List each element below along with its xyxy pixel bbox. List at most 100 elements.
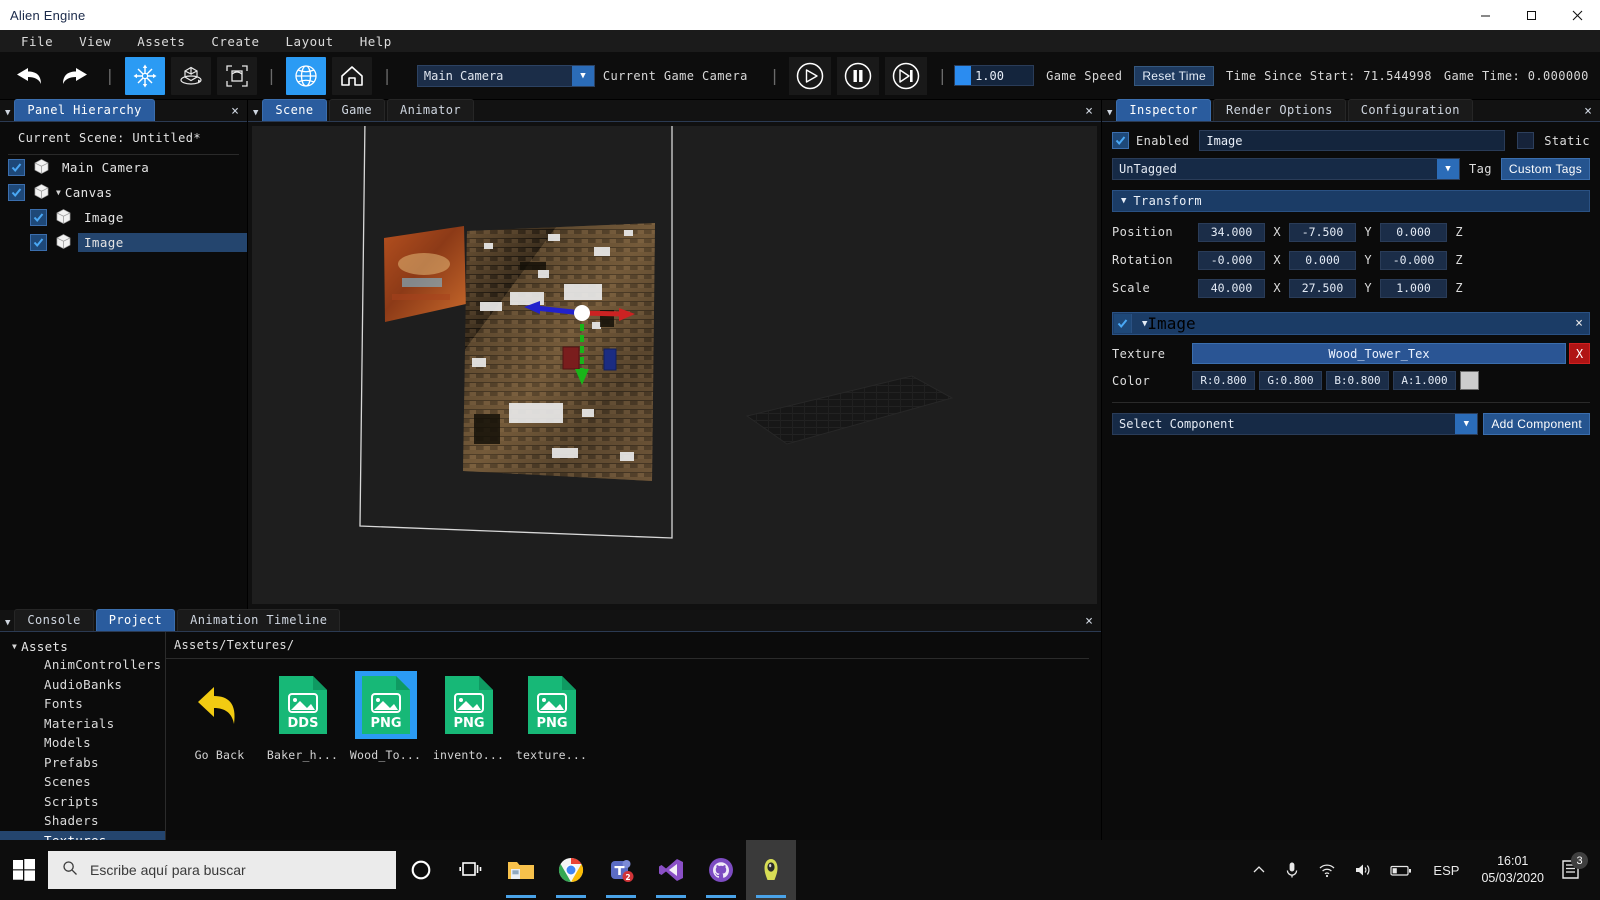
home-icon[interactable] <box>332 56 373 95</box>
windows-start-icon[interactable] <box>0 840 48 900</box>
color-a-field[interactable]: A:1.000 <box>1393 371 1456 390</box>
asset-inventory[interactable]: PNG invento... <box>427 671 510 762</box>
select-component-dropdown[interactable]: Select Component ▼ <box>1112 413 1479 435</box>
static-checkbox[interactable] <box>1517 132 1535 149</box>
menu-item-create[interactable]: Create <box>198 32 272 51</box>
clear-texture-button[interactable]: X <box>1569 343 1590 364</box>
tab-animation-timeline[interactable]: Animation Timeline <box>177 609 341 631</box>
tab-animator[interactable]: Animator <box>387 99 475 121</box>
tree-root-assets[interactable]: ▼ Assets <box>0 638 165 655</box>
tree-item-scripts[interactable]: Scripts <box>0 792 165 812</box>
color-swatch[interactable] <box>1460 371 1479 390</box>
asset-texture[interactable]: PNG texture... <box>510 671 593 762</box>
chevron-down-icon[interactable]: ▼ <box>1437 159 1460 179</box>
hierarchy-item-canvas[interactable]: ▼ Canvas <box>0 180 247 205</box>
tree-item-materials[interactable]: Materials <box>0 714 165 734</box>
panel-menu-caret-icon[interactable]: ▼ <box>1102 99 1116 121</box>
chevron-up-icon[interactable] <box>1243 863 1275 877</box>
collapse-triangle-icon[interactable]: ▼ <box>1121 196 1126 206</box>
tab-scene[interactable]: Scene <box>262 99 327 121</box>
tree-item-models[interactable]: Models <box>0 733 165 753</box>
expand-triangle-icon[interactable]: ▼ <box>12 642 17 651</box>
rotation-x-field[interactable]: -0.000 <box>1198 250 1265 270</box>
notification-icon[interactable]: 3 <box>1554 852 1594 881</box>
remove-component-icon[interactable]: × <box>1575 316 1589 331</box>
rotation-y-field[interactable]: 0.000 <box>1289 250 1356 270</box>
texture-field[interactable]: Wood_Tower_Tex <box>1192 343 1566 364</box>
google-chrome-icon[interactable] <box>546 840 596 900</box>
color-r-field[interactable]: R:0.800 <box>1192 371 1255 390</box>
position-x-field[interactable]: 34.000 <box>1198 222 1265 242</box>
github-desktop-icon[interactable] <box>696 840 746 900</box>
menu-item-file[interactable]: File <box>8 32 66 51</box>
enabled-checkbox[interactable] <box>1112 132 1129 149</box>
tab-render-options[interactable]: Render Options <box>1213 99 1346 121</box>
tab-game[interactable]: Game <box>328 99 386 121</box>
scale-y-field[interactable]: 27.500 <box>1289 278 1356 298</box>
play-button[interactable] <box>789 56 832 95</box>
menu-item-view[interactable]: View <box>66 32 124 51</box>
hierarchy-item-main-camera[interactable]: Main Camera <box>0 155 247 180</box>
microphone-icon[interactable] <box>1275 861 1309 879</box>
hierarchy-checkbox[interactable] <box>30 234 47 251</box>
asset-wood-tower[interactable]: PNG Wood_To... <box>344 671 427 762</box>
tree-item-animcontrollers[interactable]: AnimControllers <box>0 655 165 675</box>
tag-select[interactable]: UnTagged ▼ <box>1112 158 1461 180</box>
custom-tags-button[interactable]: Custom Tags <box>1500 158 1590 180</box>
position-y-field[interactable]: -7.500 <box>1289 222 1356 242</box>
panel-menu-caret-icon[interactable]: ▼ <box>248 99 262 121</box>
rotation-z-field[interactable]: -0.000 <box>1380 250 1447 270</box>
color-b-field[interactable]: B:0.800 <box>1326 371 1389 390</box>
hierarchy-close-icon[interactable]: × <box>231 99 247 121</box>
image-component-checkbox[interactable] <box>1114 314 1132 333</box>
tab-console[interactable]: Console <box>14 609 94 631</box>
tab-project[interactable]: Project <box>95 609 176 631</box>
volume-icon[interactable] <box>1345 862 1381 878</box>
menu-item-layout[interactable]: Layout <box>273 32 347 51</box>
game-camera-select[interactable]: Main Camera ▼ <box>416 64 595 87</box>
hierarchy-checkbox[interactable] <box>8 159 25 176</box>
image-component-header[interactable]: ▼ Image × <box>1112 312 1590 335</box>
scale-x-field[interactable]: 40.000 <box>1198 278 1265 298</box>
position-z-field[interactable]: 0.000 <box>1380 222 1447 242</box>
pause-button[interactable] <box>837 56 880 95</box>
undo-arrow-icon[interactable] <box>9 57 49 95</box>
maximize-button[interactable] <box>1508 0 1554 30</box>
hierarchy-item-image-1[interactable]: Image <box>0 205 247 230</box>
hierarchy-item-image-2[interactable]: Image <box>0 230 247 255</box>
tab-panel-hierarchy[interactable]: Panel Hierarchy <box>14 99 155 121</box>
search-input[interactable]: Escribe aquí para buscar <box>48 851 396 889</box>
rotate-gizmo-icon[interactable] <box>170 56 211 95</box>
tree-item-shaders[interactable]: Shaders <box>0 811 165 831</box>
color-g-field[interactable]: G:0.800 <box>1259 371 1322 390</box>
wifi-icon[interactable] <box>1309 863 1345 878</box>
menu-item-assets[interactable]: Assets <box>124 32 198 51</box>
tab-inspector[interactable]: Inspector <box>1116 99 1212 121</box>
game-speed-slider[interactable]: 1.00 <box>954 65 1035 86</box>
step-forward-button[interactable] <box>885 56 928 95</box>
hierarchy-checkbox[interactable] <box>30 209 47 226</box>
scene-close-icon[interactable]: × <box>1085 99 1101 121</box>
task-view-icon[interactable] <box>446 840 496 900</box>
scale-gizmo-icon[interactable] <box>216 56 257 95</box>
microsoft-teams-icon[interactable]: 2 <box>596 840 646 900</box>
redo-arrow-icon[interactable] <box>55 57 95 95</box>
expand-triangle-icon[interactable]: ▼ <box>56 188 61 197</box>
panel-menu-caret-icon[interactable]: ▼ <box>0 99 14 121</box>
tab-configuration[interactable]: Configuration <box>1347 99 1473 121</box>
hierarchy-checkbox[interactable] <box>8 184 25 201</box>
cortana-icon[interactable] <box>396 840 446 900</box>
panel-menu-caret-icon[interactable]: ▼ <box>0 609 14 631</box>
globe-icon[interactable] <box>286 56 327 95</box>
chevron-down-icon[interactable]: ▼ <box>1455 414 1478 434</box>
add-component-button[interactable]: Add Component <box>1483 413 1590 435</box>
menu-item-help[interactable]: Help <box>347 32 405 51</box>
close-button[interactable] <box>1554 0 1600 30</box>
tree-item-audiobanks[interactable]: AudioBanks <box>0 675 165 695</box>
chevron-down-icon[interactable]: ▼ <box>571 65 594 86</box>
translate-gizmo-icon[interactable] <box>124 56 165 95</box>
transform-section-header[interactable]: ▼ Transform <box>1112 190 1590 212</box>
tree-item-prefabs[interactable]: Prefabs <box>0 753 165 773</box>
file-explorer-icon[interactable] <box>496 840 546 900</box>
alien-engine-icon[interactable] <box>746 840 796 900</box>
